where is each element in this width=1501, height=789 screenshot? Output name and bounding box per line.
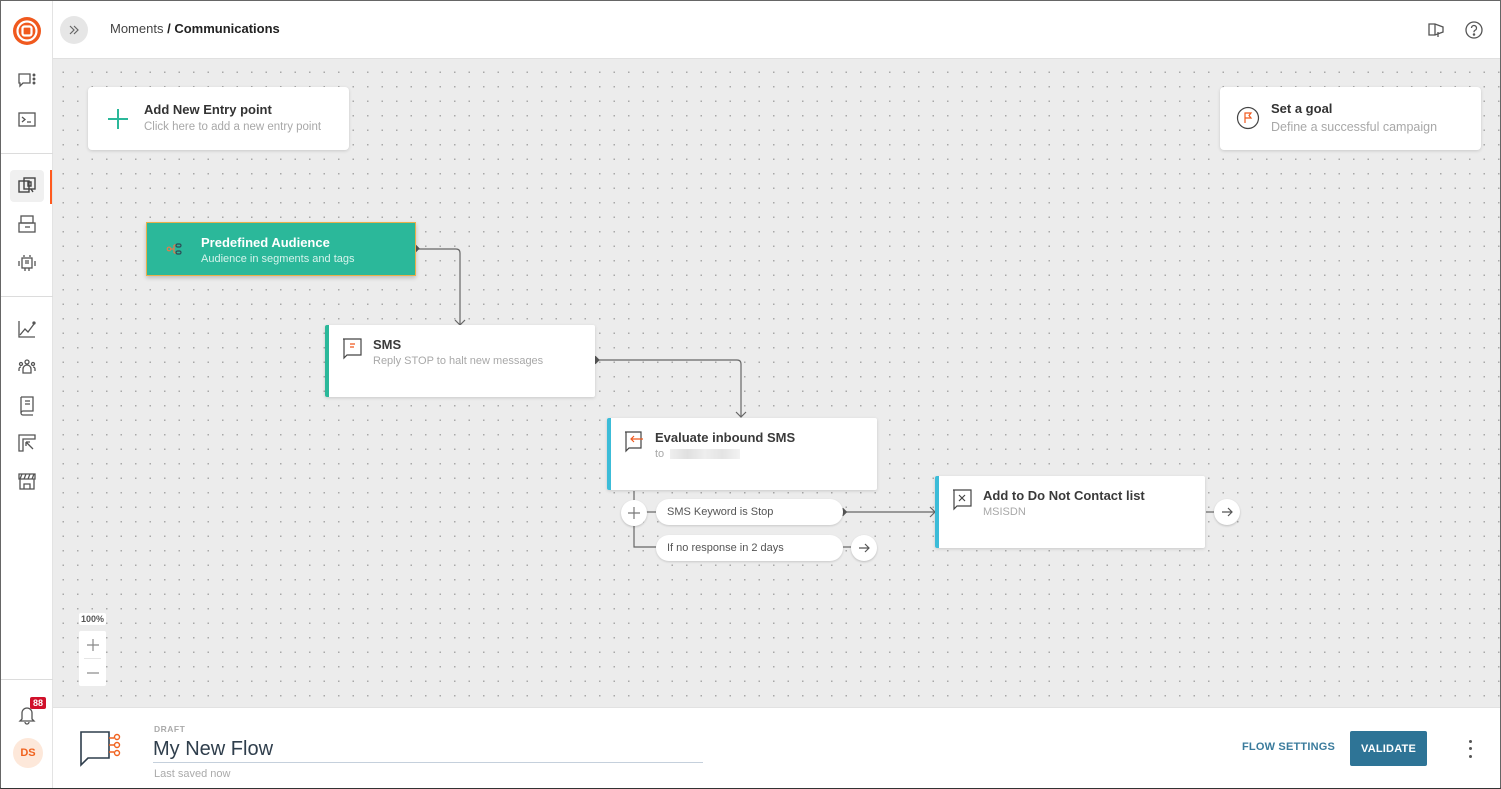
node-accent-bar (607, 418, 611, 490)
node-title: SMS (373, 337, 402, 352)
entry-point-title: Add New Entry point (144, 102, 272, 117)
plus-icon (86, 638, 99, 651)
add-next-step-button[interactable] (851, 535, 877, 561)
zoom-out-button[interactable] (79, 659, 106, 686)
sidebar-active-indicator (50, 170, 52, 204)
node-accent-bar (935, 476, 939, 548)
sidebar: 88 DS (1, 1, 53, 788)
node-subtitle: Reply STOP to halt new messages (373, 355, 544, 367)
people-icon (18, 359, 36, 374)
terminal-icon (18, 112, 36, 127)
last-saved-status: Last saved now (154, 768, 231, 780)
flag-goal-icon (1236, 106, 1260, 130)
header: Moments / Communications (53, 1, 1500, 59)
apps-cursor-icon (18, 434, 36, 452)
goal-subtitle: Define a successful campaign (1271, 120, 1438, 134)
minus-icon (86, 671, 99, 674)
do-not-contact-icon (953, 489, 972, 511)
flow-footer: DRAFT Last saved now FLOW SETTINGS VALID… (53, 707, 1500, 788)
kebab-dot (1468, 754, 1472, 758)
zoom-controls (79, 631, 106, 686)
arrow-head (735, 411, 747, 418)
audience-segment-icon (166, 243, 182, 255)
node-evaluate-inbound-sms[interactable]: Evaluate inbound SMS to (607, 418, 877, 490)
sidebar-item-console[interactable] (10, 104, 44, 136)
sidebar-item-store[interactable] (10, 465, 44, 497)
broadcast-icon (18, 215, 36, 233)
node-title: Add to Do Not Contact list (983, 488, 1145, 503)
zoom-level: 100% (79, 613, 107, 625)
branch-no-response[interactable]: If no response in 2 days (656, 535, 843, 561)
flow-name-input[interactable] (153, 736, 703, 763)
entry-point-subtitle: Click here to add a new entry point (144, 121, 322, 133)
chevron-double-right-icon (69, 25, 79, 35)
book-icon (20, 396, 34, 416)
flow-canvas[interactable]: Add New Entry point Click here to add a … (53, 59, 1500, 707)
arrow-right-icon (1222, 507, 1233, 517)
sms-icon (343, 338, 362, 360)
expand-sidebar-button[interactable] (60, 16, 88, 44)
breadcrumb-moments[interactable]: Moments (110, 21, 163, 36)
app-window: 88 DS Moments / Communications Add New E… (0, 0, 1501, 789)
store-icon (18, 473, 36, 490)
node-title: Predefined Audience (201, 235, 330, 250)
avatar[interactable]: DS (13, 738, 43, 768)
node-subtitle: to (655, 448, 665, 460)
help-circle-icon (1465, 21, 1483, 39)
connector-sms-evaluate (596, 359, 742, 416)
plus-icon (628, 507, 640, 519)
robot-icon (18, 255, 36, 271)
redacted-number (670, 449, 740, 459)
chart-line-icon (18, 321, 36, 338)
sidebar-divider (1, 153, 53, 154)
sidebar-item-apps[interactable] (10, 427, 44, 459)
breadcrumb-current: Communications (174, 21, 280, 36)
breadcrumb: Moments / Communications (110, 21, 280, 36)
goal-title: Set a goal (1271, 101, 1333, 116)
announcements-button[interactable] (1426, 19, 1448, 41)
sidebar-divider (1, 679, 53, 680)
megaphone-icon (1428, 23, 1444, 37)
validate-button[interactable]: VALIDATE (1350, 731, 1427, 766)
flow-settings-button[interactable]: FLOW SETTINGS (1242, 741, 1335, 753)
kebab-dot (1468, 740, 1472, 744)
kebab-dot (1468, 747, 1472, 751)
add-branch-button[interactable] (621, 500, 647, 526)
sidebar-item-moments[interactable] (10, 170, 44, 202)
add-entry-point-card[interactable]: Add New Entry point Click here to add a … (88, 87, 349, 150)
node-title: Evaluate inbound SMS (655, 430, 796, 445)
node-add-to-do-not-contact[interactable]: Add to Do Not Contact list MSISDN (935, 476, 1205, 548)
moments-icon (18, 177, 36, 193)
plus-icon (108, 109, 128, 129)
breadcrumb-separator: / (163, 21, 175, 36)
flow-status-label: DRAFT (154, 724, 186, 734)
sidebar-item-automation[interactable] (10, 247, 44, 279)
connectors (411, 244, 1214, 548)
sidebar-item-broadcast[interactable] (10, 208, 44, 240)
flow-icon (80, 731, 121, 767)
add-next-step-button[interactable] (1214, 499, 1240, 525)
node-predefined-audience[interactable]: Predefined Audience Audience in segments… (146, 222, 416, 276)
notification-badge: 88 (30, 697, 47, 709)
node-sms[interactable]: SMS Reply STOP to halt new messages (325, 325, 595, 397)
sidebar-item-docs[interactable] (10, 389, 44, 421)
sidebar-divider (1, 296, 53, 297)
more-options-button[interactable] (1464, 738, 1476, 760)
branch-sms-keyword-stop[interactable]: SMS Keyword is Stop (656, 499, 843, 525)
zoom-in-button[interactable] (79, 631, 106, 658)
set-goal-card[interactable]: Set a goal Define a successful campaign (1220, 87, 1481, 150)
sidebar-item-people[interactable] (10, 351, 44, 383)
arrow-right-icon (859, 543, 870, 553)
help-button[interactable] (1463, 19, 1485, 41)
node-subtitle: Audience in segments and tags (201, 253, 355, 265)
chat-dots-icon (18, 73, 36, 88)
sidebar-item-conversations[interactable] (10, 65, 44, 97)
node-subtitle: MSISDN (983, 506, 1026, 518)
connector-audience-sms (416, 248, 461, 324)
sidebar-item-analytics[interactable] (10, 313, 44, 345)
node-accent-bar (325, 325, 329, 397)
logo-icon[interactable] (12, 16, 42, 46)
inbound-sms-icon (625, 431, 643, 453)
